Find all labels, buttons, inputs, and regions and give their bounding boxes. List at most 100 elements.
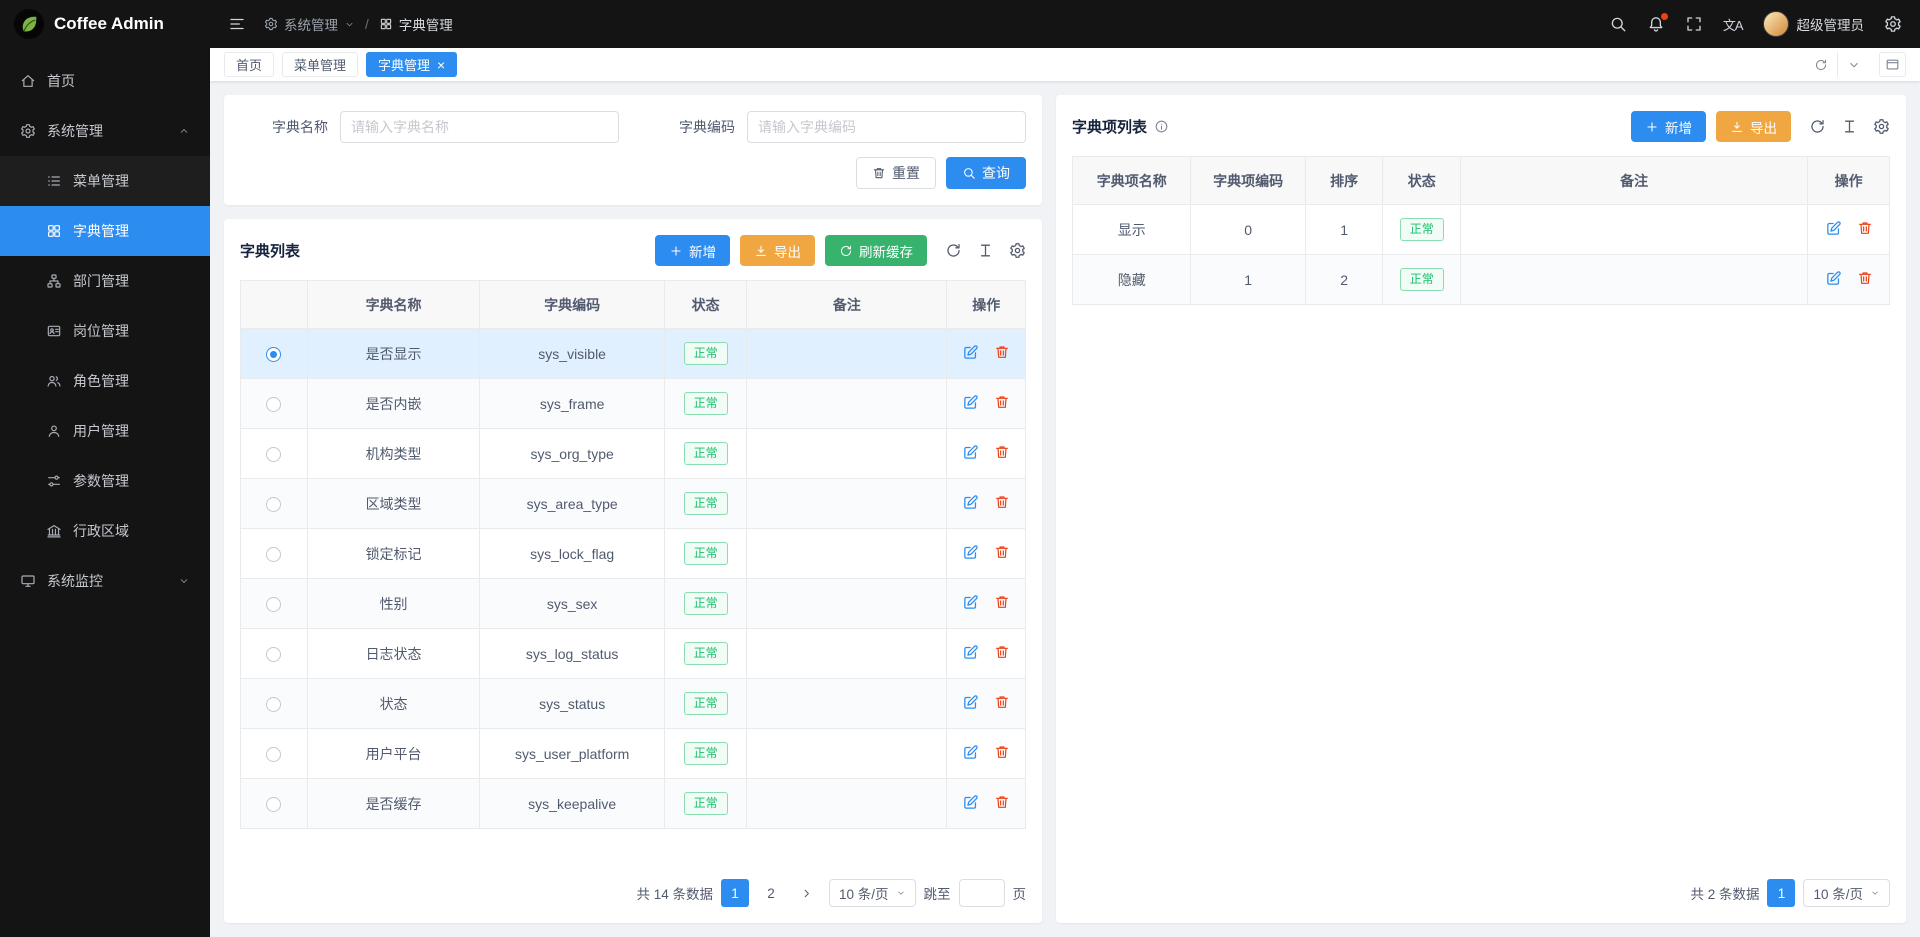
edit-icon[interactable] xyxy=(962,794,979,811)
refresh-cache-button[interactable]: 刷新缓存 xyxy=(825,235,927,266)
sidebar-item-dept-mgmt[interactable]: 部门管理 xyxy=(0,256,210,306)
row-radio[interactable] xyxy=(266,547,281,562)
dict-code-input[interactable] xyxy=(747,111,1026,143)
user-menu[interactable]: 超级管理员 xyxy=(1763,11,1865,37)
page-1-button[interactable]: 1 xyxy=(1767,879,1795,907)
add-dict-button[interactable]: 新增 xyxy=(655,235,730,266)
edit-icon[interactable] xyxy=(1825,270,1842,287)
delete-icon[interactable] xyxy=(994,794,1010,810)
export-item-button[interactable]: 导出 xyxy=(1716,111,1791,142)
table-row[interactable]: 锁定标记 sys_lock_flag 正常 xyxy=(241,529,1026,579)
sidebar-item-user-mgmt[interactable]: 用户管理 xyxy=(0,406,210,456)
delete-icon[interactable] xyxy=(1857,220,1873,236)
delete-icon[interactable] xyxy=(994,694,1010,710)
refresh-table-icon[interactable] xyxy=(945,242,962,259)
sidebar-item-region-mgmt[interactable]: 行政区域 xyxy=(0,506,210,556)
table-row[interactable]: 区域类型 sys_area_type 正常 xyxy=(241,479,1026,529)
sidebar-item-role-mgmt[interactable]: 角色管理 xyxy=(0,356,210,406)
page-2-button[interactable]: 2 xyxy=(757,879,785,907)
status-cell: 正常 xyxy=(664,529,746,579)
row-height-icon[interactable] xyxy=(1841,118,1858,135)
status-cell: 正常 xyxy=(664,429,746,479)
dict-code-group: 字典编码 xyxy=(647,111,1026,143)
tab-home[interactable]: 首页 xyxy=(224,52,274,77)
sidebar-item-home[interactable]: 首页 xyxy=(0,56,210,106)
settings-gear-icon[interactable] xyxy=(1884,15,1902,33)
export-dict-button[interactable]: 导出 xyxy=(740,235,815,266)
refresh-table-icon[interactable] xyxy=(1809,118,1826,135)
fullscreen-icon[interactable] xyxy=(1685,15,1703,33)
row-radio[interactable] xyxy=(266,697,281,712)
delete-icon[interactable] xyxy=(994,494,1010,510)
delete-icon[interactable] xyxy=(994,344,1010,360)
edit-icon[interactable] xyxy=(1825,220,1842,237)
tab-dict-mgmt[interactable]: 字典管理 × xyxy=(366,52,457,77)
dict-pagination: 共 14 条数据 1 2 10 条/页 跳至 页 xyxy=(240,865,1026,907)
row-radio[interactable] xyxy=(266,647,281,662)
refresh-tabs-icon[interactable] xyxy=(1805,52,1837,77)
page-1-button[interactable]: 1 xyxy=(721,879,749,907)
search-icon[interactable] xyxy=(1609,15,1627,33)
delete-icon[interactable] xyxy=(994,744,1010,760)
delete-icon[interactable] xyxy=(994,394,1010,410)
table-row[interactable]: 性别 sys_sex 正常 xyxy=(241,579,1026,629)
next-page-button[interactable] xyxy=(793,879,821,907)
column-settings-gear-icon[interactable] xyxy=(1873,118,1890,135)
row-radio[interactable] xyxy=(266,497,281,512)
column-settings-gear-icon[interactable] xyxy=(1009,242,1026,259)
row-radio[interactable] xyxy=(266,797,281,812)
delete-icon[interactable] xyxy=(994,544,1010,560)
info-icon[interactable] xyxy=(1154,119,1169,134)
tab-menu-mgmt[interactable]: 菜单管理 xyxy=(282,52,358,77)
delete-icon[interactable] xyxy=(994,644,1010,660)
edit-icon[interactable] xyxy=(962,394,979,411)
breadcrumb-system[interactable]: 系统管理 xyxy=(264,14,355,34)
content-fullscreen-icon[interactable] xyxy=(1879,52,1906,77)
table-row[interactable]: 是否显示 sys_visible 正常 xyxy=(241,329,1026,379)
row-radio[interactable] xyxy=(266,397,281,412)
delete-icon[interactable] xyxy=(994,594,1010,610)
edit-icon[interactable] xyxy=(962,344,979,361)
sidebar-group-monitor[interactable]: 系统监控 xyxy=(0,556,210,606)
delete-icon[interactable] xyxy=(994,444,1010,460)
sidebar-item-menu-mgmt[interactable]: 菜单管理 xyxy=(0,156,210,206)
sidebar-group-system[interactable]: 系统管理 xyxy=(0,106,210,156)
row-height-icon[interactable] xyxy=(977,242,994,259)
dict-name-input[interactable] xyxy=(340,111,619,143)
row-radio[interactable] xyxy=(266,447,281,462)
table-row[interactable]: 用户平台 sys_user_platform 正常 xyxy=(241,729,1026,779)
query-button[interactable]: 查询 xyxy=(946,157,1026,189)
translate-icon[interactable]: 文A xyxy=(1723,15,1743,34)
table-row[interactable]: 状态 sys_status 正常 xyxy=(241,679,1026,729)
table-row[interactable]: 是否内嵌 sys_frame 正常 xyxy=(241,379,1026,429)
collapse-menu-icon[interactable] xyxy=(228,15,246,33)
row-radio[interactable] xyxy=(266,597,281,612)
tab-options-chevron-icon[interactable] xyxy=(1837,52,1869,77)
sidebar-item-post-mgmt[interactable]: 岗位管理 xyxy=(0,306,210,356)
delete-icon[interactable] xyxy=(1857,270,1873,286)
table-row[interactable]: 是否缓存 sys_keepalive 正常 xyxy=(241,779,1026,829)
close-icon[interactable]: × xyxy=(437,58,445,72)
page-size-select[interactable]: 10 条/页 xyxy=(829,879,916,907)
sidebar-item-dict-mgmt[interactable]: 字典管理 xyxy=(0,206,210,256)
edit-icon[interactable] xyxy=(962,694,979,711)
notification-bell-icon[interactable] xyxy=(1647,15,1665,33)
edit-icon[interactable] xyxy=(962,594,979,611)
edit-icon[interactable] xyxy=(962,494,979,511)
row-radio[interactable] xyxy=(266,347,281,362)
table-row[interactable]: 机构类型 sys_org_type 正常 xyxy=(241,429,1026,479)
breadcrumb-dict[interactable]: 字典管理 xyxy=(379,14,453,34)
edit-icon[interactable] xyxy=(962,644,979,661)
edit-icon[interactable] xyxy=(962,444,979,461)
edit-icon[interactable] xyxy=(962,544,979,561)
sidebar-item-param-mgmt[interactable]: 参数管理 xyxy=(0,456,210,506)
row-radio[interactable] xyxy=(266,747,281,762)
jump-page-input[interactable] xyxy=(959,879,1005,907)
reset-button[interactable]: 重置 xyxy=(856,157,936,189)
page-size-select[interactable]: 10 条/页 xyxy=(1803,879,1890,907)
column-header-action: 操作 xyxy=(947,281,1026,329)
add-item-button[interactable]: 新增 xyxy=(1631,111,1706,142)
table-row[interactable]: 日志状态 sys_log_status 正常 xyxy=(241,629,1026,679)
edit-icon[interactable] xyxy=(962,744,979,761)
dict-code-cell: sys_org_type xyxy=(480,429,664,479)
